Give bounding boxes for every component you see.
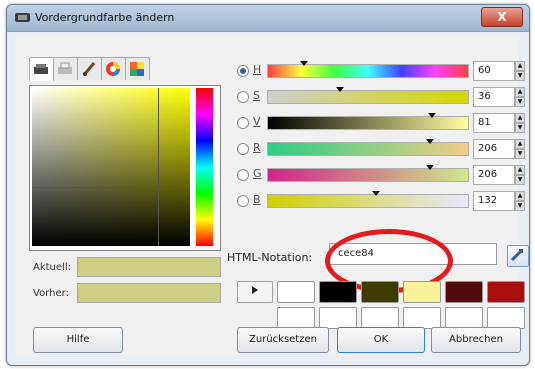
spin-r-value: 206 <box>478 143 498 154</box>
spin-v-arrows[interactable]: ▲ ▼ <box>515 113 525 133</box>
spin-v[interactable]: 81 <box>473 113 515 133</box>
history-swatch-1[interactable] <box>277 281 315 303</box>
add-to-history-button[interactable] <box>237 281 273 303</box>
tab-color-wheel[interactable] <box>101 57 126 80</box>
slider-r-marker[interactable] <box>426 139 434 144</box>
slider-v[interactable] <box>267 113 469 130</box>
slider-s-marker[interactable] <box>336 87 344 92</box>
slider-h-marker[interactable] <box>300 61 308 66</box>
history-swatch-11[interactable] <box>445 307 483 329</box>
channel-label-g: G <box>253 167 262 180</box>
eyedropper-icon <box>510 249 523 262</box>
spin-b-value: 132 <box>478 195 498 206</box>
window-title: Vordergrundfarbe ändern <box>35 11 175 24</box>
tab-palette[interactable] <box>125 57 150 80</box>
radio-h[interactable] <box>237 65 249 77</box>
slider-v-marker[interactable] <box>428 113 436 118</box>
history-swatch-10[interactable] <box>403 307 441 329</box>
paintbrush-icon <box>82 62 96 76</box>
spin-g-arrows[interactable]: ▲ ▼ <box>515 165 525 185</box>
color-wheel-icon <box>106 62 120 76</box>
palette-icon <box>130 62 144 76</box>
ok-button[interactable]: OK <box>337 327 425 353</box>
spin-g[interactable]: 206 <box>473 165 515 185</box>
tab-printer[interactable] <box>53 57 78 80</box>
slider-g[interactable] <box>267 165 469 182</box>
radio-r[interactable] <box>237 143 249 155</box>
spin-b[interactable]: 132 <box>473 191 515 211</box>
spin-s-arrows[interactable]: ▲ ▼ <box>515 87 525 107</box>
history-swatch-2[interactable] <box>319 281 357 303</box>
radio-b[interactable] <box>237 195 249 207</box>
slider-b[interactable] <box>267 191 469 208</box>
spin-h-arrows[interactable]: ▲ ▼ <box>515 61 525 81</box>
crosshair-horizontal <box>32 187 190 188</box>
channel-label-r: R <box>253 141 261 154</box>
current-color-preview <box>77 257 221 277</box>
spin-s-value: 36 <box>478 91 491 102</box>
play-arrow-icon <box>252 286 258 294</box>
history-swatch-8[interactable] <box>319 307 357 329</box>
color-selector-area <box>29 85 221 251</box>
channel-label-b: B <box>253 193 261 206</box>
color-picker-button[interactable] <box>507 245 529 267</box>
scanner-icon <box>34 64 48 74</box>
printer-icon <box>58 62 72 74</box>
channel-label-s: S <box>253 89 260 102</box>
spin-h-value: 60 <box>478 65 491 76</box>
history-swatch-3[interactable] <box>361 281 399 303</box>
slider-h[interactable] <box>267 61 469 78</box>
gimp-app-icon <box>15 13 30 22</box>
dialog-content: Aktuell: Vorher: H 60 ▲ ▼ S 36 ▲ ▼ V 81 ▲ ▼… <box>15 35 529 355</box>
color-dialog-window: Vordergrundfarbe ändern X Aktuell: Vorhe… <box>6 4 530 366</box>
previous-label: Vorher: <box>33 288 69 299</box>
slider-s[interactable] <box>267 87 469 104</box>
radio-s[interactable] <box>237 91 249 103</box>
cancel-button[interactable]: Abbrechen <box>431 327 521 353</box>
slider-g-marker[interactable] <box>426 165 434 170</box>
channel-label-h: H <box>253 63 262 76</box>
spin-g-value: 206 <box>478 169 498 180</box>
close-button[interactable]: X <box>481 7 523 27</box>
crosshair-vertical <box>158 88 159 246</box>
tab-scanner[interactable] <box>29 57 54 81</box>
spin-v-value: 81 <box>478 117 491 128</box>
radio-g[interactable] <box>237 169 249 181</box>
history-swatch-4[interactable] <box>403 281 441 303</box>
history-swatch-5[interactable] <box>445 281 483 303</box>
current-label: Aktuell: <box>33 262 71 273</box>
help-button[interactable]: Hilfe <box>33 327 123 353</box>
radio-v[interactable] <box>237 117 249 129</box>
tab-paintbrush[interactable] <box>77 57 102 80</box>
history-swatch-12[interactable] <box>487 307 525 329</box>
spin-r-arrows[interactable]: ▲ ▼ <box>515 139 525 159</box>
html-notation-label: HTML-Notation: <box>227 251 313 264</box>
reset-button[interactable]: Zurücksetzen <box>237 327 329 353</box>
previous-color-preview <box>77 283 221 303</box>
spin-s[interactable]: 36 <box>473 87 515 107</box>
channel-label-v: V <box>253 115 261 128</box>
history-swatch-6[interactable] <box>487 281 525 303</box>
slider-r[interactable] <box>267 139 469 156</box>
title-bar[interactable]: Vordergrundfarbe ändern X <box>7 5 529 32</box>
spin-r[interactable]: 206 <box>473 139 515 159</box>
history-swatch-9[interactable] <box>361 307 399 329</box>
slider-b-marker[interactable] <box>372 191 380 196</box>
spin-b-arrows[interactable]: ▲ ▼ <box>515 191 525 211</box>
hue-strip[interactable] <box>196 88 213 246</box>
spin-h[interactable]: 60 <box>473 61 515 81</box>
history-swatch-7[interactable] <box>277 307 315 329</box>
saturation-value-field[interactable] <box>32 88 190 246</box>
